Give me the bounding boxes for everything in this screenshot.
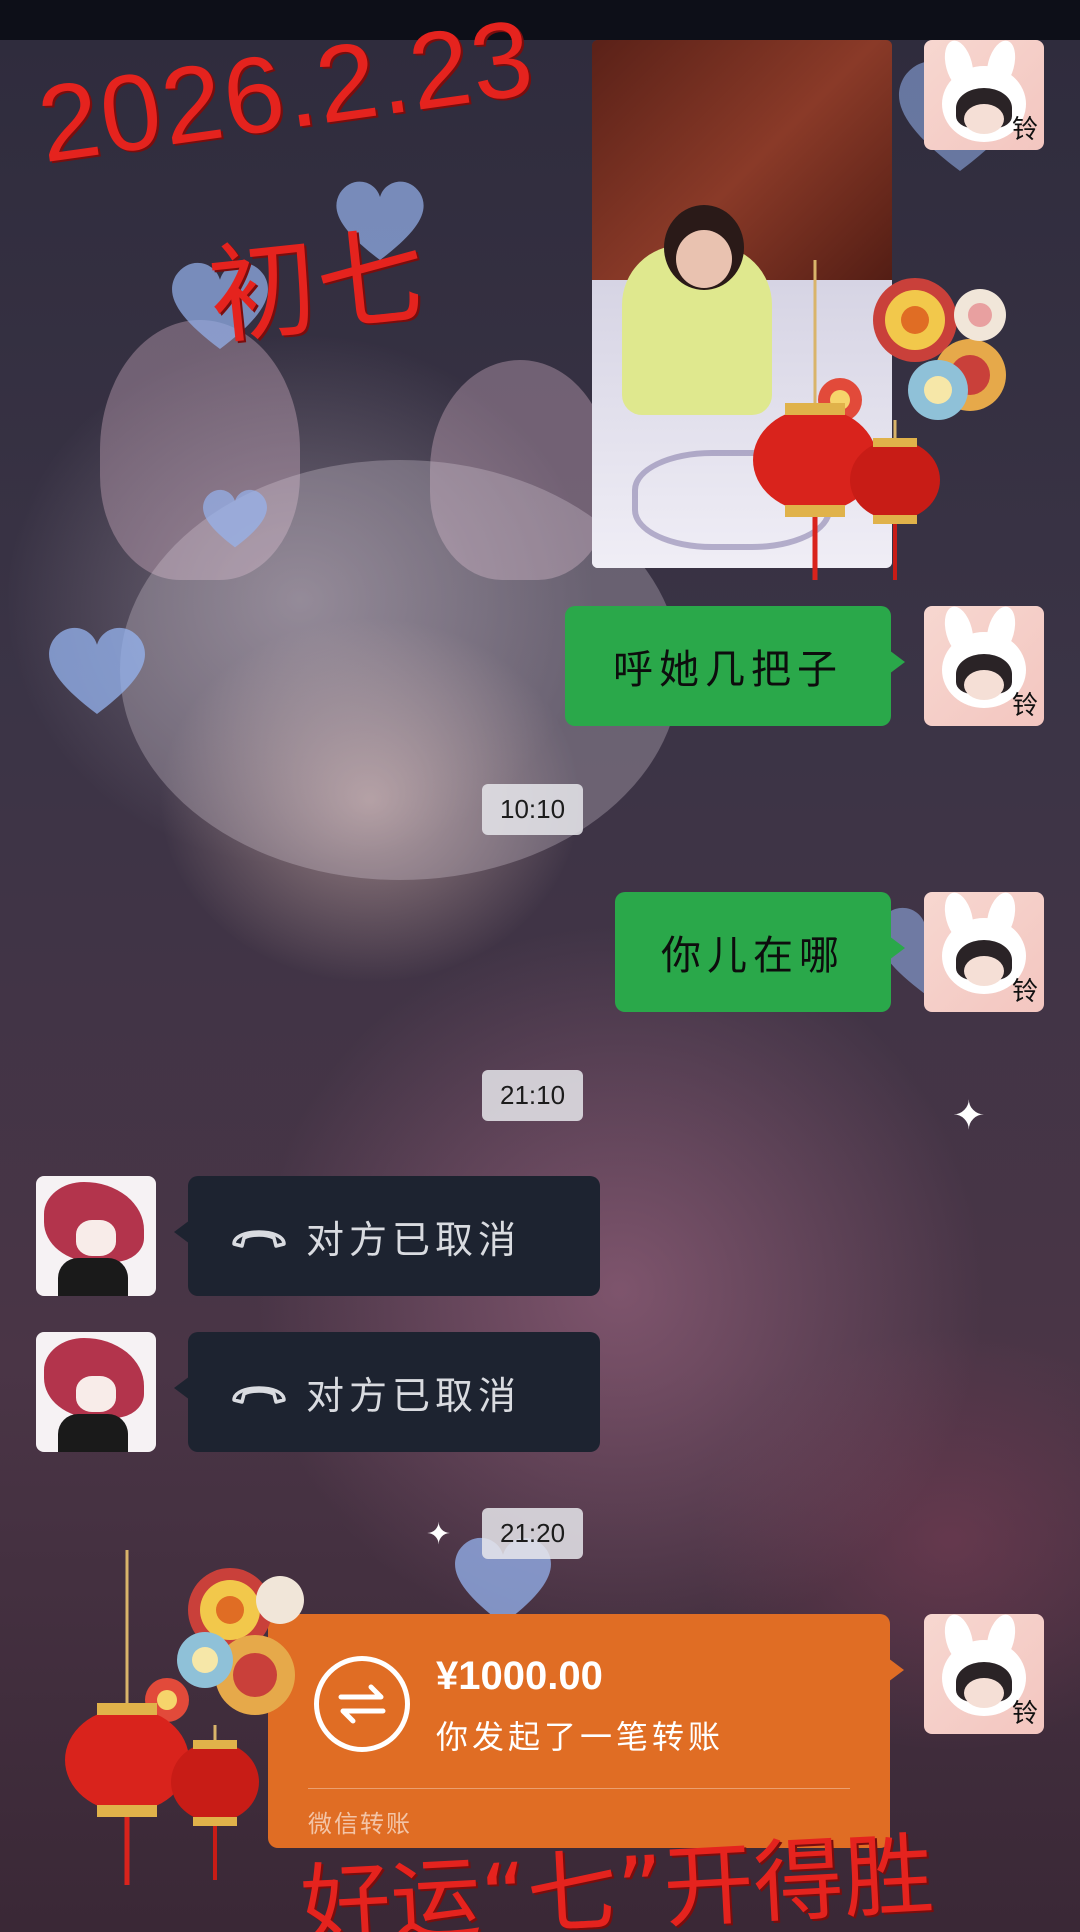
- divider: [308, 1788, 850, 1789]
- phone-hangup-icon: [232, 1386, 286, 1404]
- phone-hangup-icon: [232, 1230, 286, 1248]
- avatar-face: [964, 670, 1004, 700]
- lantern-flower-decoration-icon: [753, 260, 1006, 580]
- my-avatar[interactable]: 铃: [924, 40, 1044, 150]
- avatar-label: 铃: [1011, 977, 1038, 1007]
- call-status-text: 对方已取消: [306, 1217, 522, 1262]
- avatar-face: [964, 956, 1004, 986]
- timestamp: 10:10: [482, 784, 584, 835]
- heart-icon: [49, 627, 145, 714]
- my-avatar[interactable]: 铃: [924, 606, 1044, 726]
- avatar-label: 铃: [1011, 1699, 1038, 1729]
- avatar-face: [76, 1220, 116, 1256]
- avatar-face: [964, 104, 1004, 134]
- avatar-body: [58, 1414, 128, 1452]
- timestamp: 21:10: [482, 1070, 584, 1121]
- avatar-face: [76, 1376, 116, 1412]
- call-record-bubble[interactable]: 对方已取消: [174, 1332, 600, 1452]
- my-avatar[interactable]: 铃: [924, 1614, 1044, 1734]
- avatar-label: 铃: [1011, 115, 1038, 145]
- photo-child-face: [676, 230, 732, 288]
- avatar-label: 铃: [1011, 691, 1038, 721]
- status-bar: [0, 0, 1080, 40]
- message-text: 呼她几把子: [613, 647, 843, 693]
- avatar-face: [964, 1678, 1004, 1708]
- sparkle-icon: ✦: [426, 1517, 452, 1552]
- sparkle-icon: ✦: [952, 1093, 986, 1139]
- contact-avatar[interactable]: [36, 1332, 156, 1452]
- call-record-bubble[interactable]: 对方已取消: [174, 1176, 600, 1296]
- heart-icon: [203, 489, 267, 548]
- contact-avatar[interactable]: [36, 1176, 156, 1296]
- lantern-flower-decoration-icon: [65, 1550, 304, 1885]
- sent-text-bubble[interactable]: 你儿在哪: [615, 892, 905, 1012]
- transfer-description: 你发起了一笔转账: [436, 1718, 725, 1756]
- my-avatar[interactable]: 铃: [924, 892, 1044, 1012]
- transfer-arrows-icon: [314, 1656, 410, 1752]
- message-text: 你儿在哪: [661, 933, 845, 979]
- lunar-day-overlay: 初七: [203, 214, 431, 361]
- timestamp: 21:20: [482, 1508, 584, 1559]
- avatar-body: [58, 1258, 128, 1296]
- call-status-text: 对方已取消: [306, 1373, 522, 1418]
- sent-text-bubble[interactable]: 呼她几把子: [565, 606, 905, 726]
- transfer-amount: ¥1000.00: [436, 1654, 603, 1698]
